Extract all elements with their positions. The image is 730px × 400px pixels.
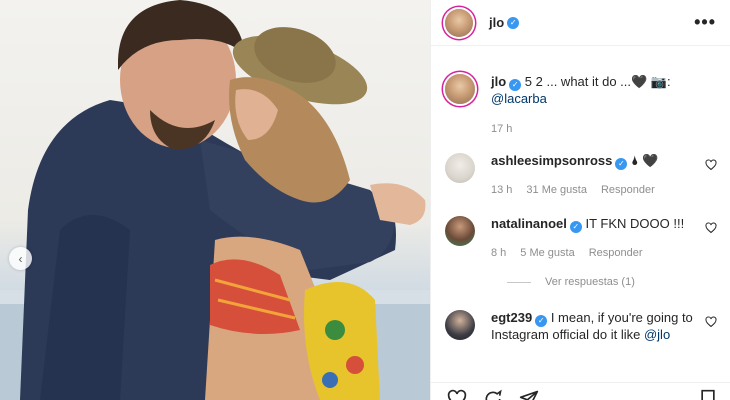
post-side-panel: jlo ✓ ••• jlo ✓ 5 2 ... what it do ...🖤 📷… — [430, 0, 730, 400]
caption: jlo ✓ 5 2 ... what it do ...🖤 📷: @lacarba… — [445, 74, 717, 137]
comment-icon[interactable] — [483, 389, 503, 400]
view-replies-button[interactable]: Ver respuestas (1) — [507, 276, 635, 288]
avatar[interactable] — [445, 153, 475, 183]
caption-text: 5 2 ... what it do ...🖤 📷: — [524, 74, 671, 89]
avatar[interactable] — [445, 216, 475, 246]
comment-likes[interactable]: 5 Me gusta — [520, 245, 574, 261]
divider — [507, 281, 531, 283]
comment-username[interactable]: egt239 — [491, 310, 532, 325]
comment-text: 🌢 🖤 — [631, 153, 659, 168]
caption-username[interactable]: jlo — [491, 74, 506, 89]
verified-badge-icon: ✓ — [569, 221, 582, 233]
post-header: jlo ✓ ••• — [431, 0, 730, 46]
like-heart-icon[interactable] — [447, 389, 467, 400]
heart-icon[interactable] — [705, 159, 717, 171]
verified-badge-icon: ✓ — [507, 16, 520, 29]
list-item: ashleesimpsonross ✓ 🌢 🖤 13 h 31 Me gusta … — [445, 153, 717, 198]
share-icon[interactable] — [519, 389, 539, 400]
list-item: natalinanoel ✓ IT FKN DOOO !!! 8 h 5 Me g… — [445, 216, 717, 261]
header-username[interactable]: jlo — [489, 15, 504, 30]
caption-mention[interactable]: @lacarba — [491, 91, 547, 106]
avatar[interactable] — [445, 8, 473, 37]
carousel-prev-button[interactable]: ‹ — [9, 247, 32, 270]
comment-likes[interactable]: 31 Me gusta — [526, 182, 587, 198]
comment-username[interactable]: natalinanoel — [491, 216, 567, 231]
avatar[interactable] — [445, 310, 475, 340]
view-replies-label: Ver respuestas (1) — [545, 276, 635, 288]
verified-badge-icon: ✓ — [535, 315, 548, 327]
avatar[interactable] — [445, 74, 475, 104]
comment-username[interactable]: ashleesimpsonross — [491, 153, 612, 168]
comment-time[interactable]: 13 h — [491, 182, 512, 198]
comment-mention[interactable]: @jlo — [644, 327, 670, 342]
list-item: egt239 ✓ I mean, if you're going to Insta… — [445, 310, 717, 343]
reply-button[interactable]: Responder — [589, 245, 643, 261]
caption-time[interactable]: 17 h — [491, 121, 512, 137]
bookmark-icon[interactable] — [699, 389, 717, 400]
verified-badge-icon: ✓ — [509, 79, 522, 91]
action-bar — [431, 382, 730, 400]
more-options-icon[interactable]: ••• — [694, 12, 716, 33]
post-photo-illustration — [0, 0, 430, 400]
comment-text: IT FKN DOOO !!! — [585, 216, 685, 231]
heart-icon[interactable] — [705, 222, 717, 234]
post-photo[interactable]: ‹ — [0, 0, 430, 400]
reply-button[interactable]: Responder — [601, 182, 655, 198]
verified-badge-icon: ✓ — [615, 158, 628, 170]
heart-icon[interactable] — [705, 316, 717, 328]
comment-time[interactable]: 8 h — [491, 245, 506, 261]
